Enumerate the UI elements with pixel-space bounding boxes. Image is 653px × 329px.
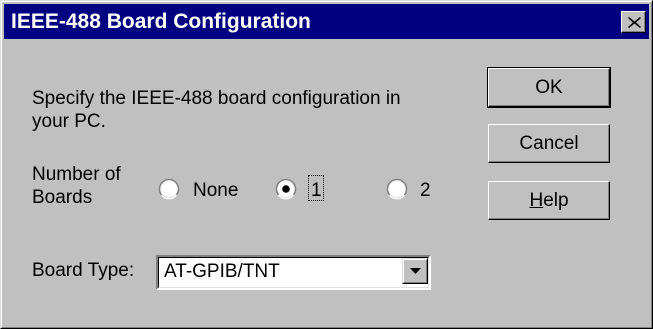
radio-selected-dot-icon: [282, 185, 290, 193]
radio-one-label[interactable]: 1: [311, 180, 322, 202]
help-label-rest: elp: [543, 189, 569, 211]
help-button[interactable]: Help: [488, 181, 610, 220]
dialog-window: IEEE-488 Board Configuration Specify the…: [0, 0, 653, 329]
help-mnemonic: H: [529, 189, 544, 211]
chevron-down-icon: [410, 268, 421, 274]
window-title: IEEE-488 Board Configuration: [11, 10, 311, 33]
description-line-1: Specify the IEEE-488 board configuration…: [32, 88, 401, 109]
radio-two-label[interactable]: 2: [420, 180, 431, 202]
radio-none[interactable]: [158, 178, 180, 200]
board-type-value: AT-GPIB/TNT: [164, 261, 280, 282]
radio-two[interactable]: [386, 178, 408, 200]
close-button[interactable]: [621, 11, 646, 33]
title-bar[interactable]: IEEE-488 Board Configuration: [4, 4, 649, 39]
board-type-label: Board Type:: [32, 260, 135, 281]
radio-one[interactable]: [275, 178, 297, 200]
ok-button[interactable]: OK: [487, 67, 611, 108]
board-type-dropdown-button[interactable]: [402, 258, 428, 284]
radio-none-label[interactable]: None: [193, 180, 238, 202]
boards-label-line-1: Number of: [32, 164, 121, 185]
help-button-label: Help: [529, 190, 568, 212]
cancel-button-label: Cancel: [519, 132, 579, 154]
boards-label-line-2: Boards: [32, 187, 93, 208]
cancel-button[interactable]: Cancel: [488, 124, 610, 163]
board-type-select[interactable]: AT-GPIB/TNT: [156, 255, 431, 290]
ok-button-label: OK: [535, 76, 563, 98]
description-line-2: your PC.: [32, 111, 106, 132]
close-icon: [628, 17, 641, 28]
